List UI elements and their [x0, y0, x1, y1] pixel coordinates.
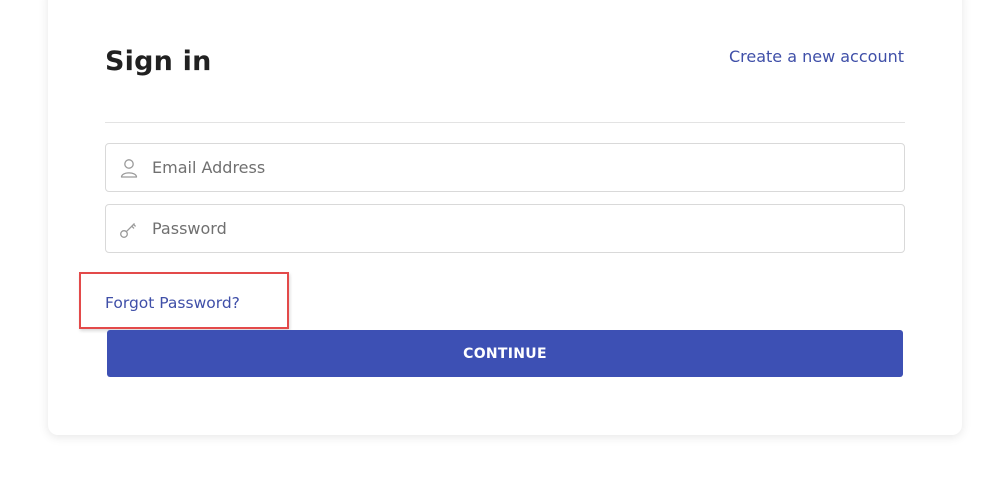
password-field[interactable]: [152, 205, 894, 252]
email-field-container[interactable]: [105, 143, 905, 192]
email-field[interactable]: [152, 144, 894, 191]
continue-button[interactable]: CONTINUE: [107, 330, 903, 377]
create-account-link[interactable]: Create a new account: [729, 47, 904, 66]
password-field-container[interactable]: [105, 204, 905, 253]
divider: [105, 122, 905, 123]
page-title: Sign in: [105, 46, 212, 77]
key-icon: [119, 218, 139, 240]
forgot-password-link[interactable]: Forgot Password?: [105, 294, 240, 312]
user-icon: [119, 157, 139, 179]
